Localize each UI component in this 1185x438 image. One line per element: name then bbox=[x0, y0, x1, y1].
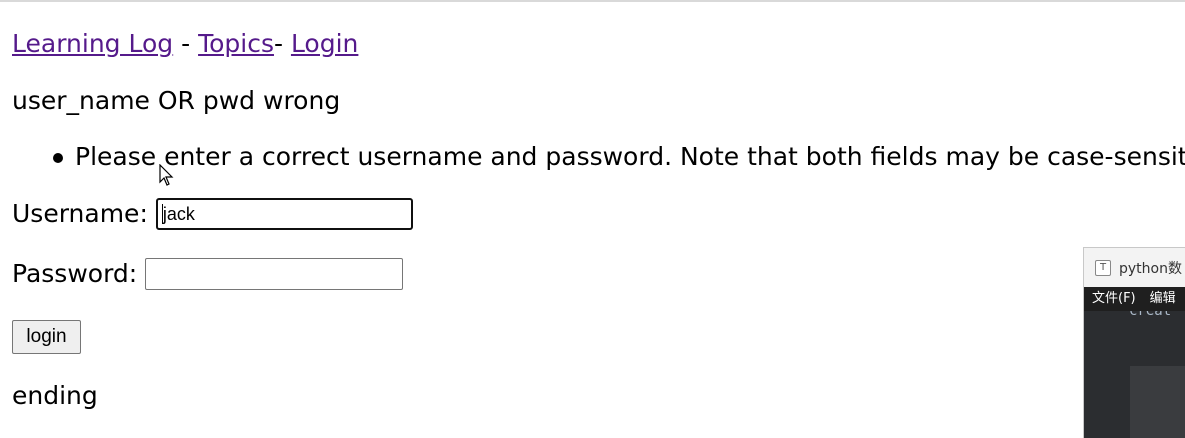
home-link[interactable]: Learning Log bbox=[12, 29, 173, 58]
username-value: jack bbox=[162, 204, 195, 224]
preview-menu-bar: 文件(F) 编辑 bbox=[1084, 287, 1185, 311]
preview-menu-edit: 编辑 bbox=[1149, 291, 1176, 306]
preview-title-bar: T python数 bbox=[1084, 248, 1185, 287]
navigation-bar: Learning Log - Topics- Login bbox=[12, 28, 358, 60]
username-row: Username: jack bbox=[12, 198, 413, 230]
login-error-message: user_name OR pwd wrong bbox=[12, 86, 341, 115]
login-link[interactable]: Login bbox=[291, 29, 358, 58]
password-label: Password: bbox=[12, 259, 138, 288]
form-error-item: Please enter a correct username and pass… bbox=[75, 142, 1185, 171]
top-border bbox=[0, 0, 1185, 2]
nav-separator: - bbox=[273, 29, 291, 58]
preview-window-title: python数 bbox=[1119, 260, 1182, 277]
taskbar-window-preview[interactable]: T python数 creat 文件(F) 编辑 bbox=[1083, 247, 1185, 438]
form-error-list: Please enter a correct username and pass… bbox=[53, 141, 1185, 173]
text-editor-app-icon: T bbox=[1095, 259, 1111, 276]
ending-text: ending bbox=[12, 381, 98, 410]
preview-menu-file: 文件(F) bbox=[1092, 291, 1136, 306]
username-label: Username: bbox=[12, 199, 148, 228]
username-input[interactable]: jack bbox=[155, 198, 413, 230]
bullet-icon bbox=[53, 153, 63, 163]
mouse-pointer-icon bbox=[159, 164, 174, 186]
password-row: Password: bbox=[12, 258, 404, 290]
password-input[interactable] bbox=[145, 258, 404, 290]
preview-editor-panel bbox=[1130, 366, 1185, 438]
login-button[interactable]: login bbox=[12, 320, 81, 354]
topics-link[interactable]: Topics bbox=[198, 29, 274, 58]
nav-separator: - bbox=[173, 29, 199, 58]
